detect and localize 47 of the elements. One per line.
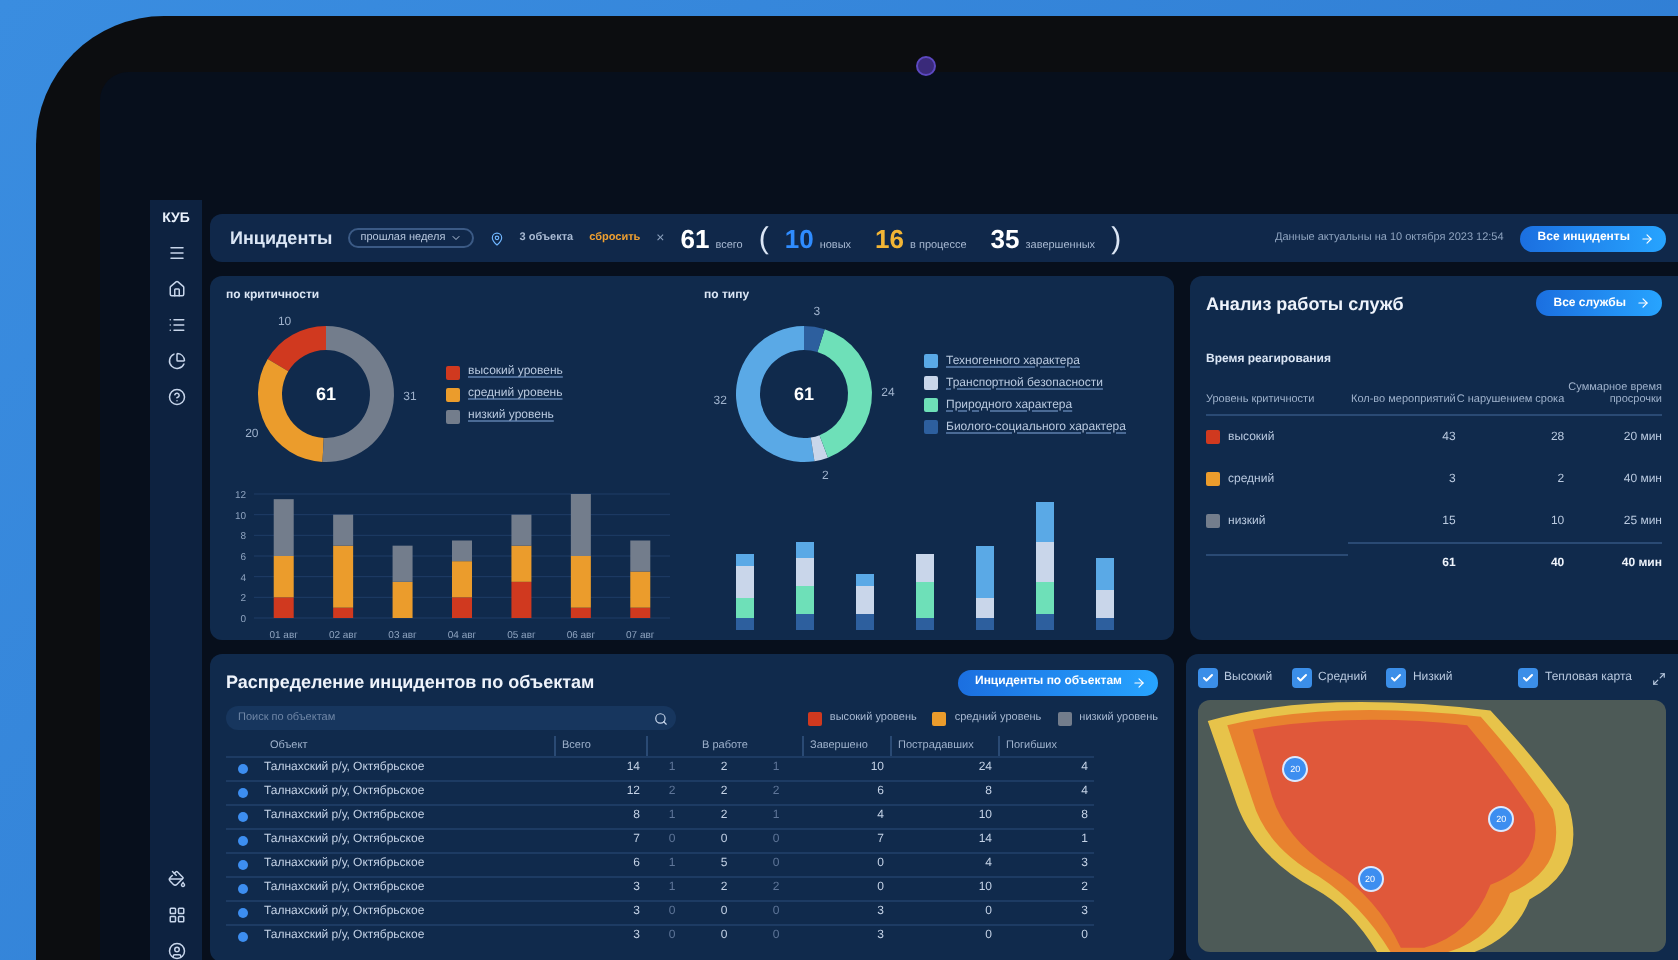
dot-icon <box>237 908 247 918</box>
dot-icon <box>237 884 247 894</box>
panel-title: Анализ работы служб <box>1206 293 1404 313</box>
home-icon[interactable] <box>167 280 185 298</box>
donut-total: 61 <box>794 384 814 404</box>
bar-segment <box>570 494 591 556</box>
status-count: 16 <box>875 223 905 253</box>
check-icon <box>1390 672 1403 684</box>
dot-icon <box>237 860 247 870</box>
user-icon[interactable] <box>167 942 185 960</box>
arrow-icon <box>1636 296 1650 310</box>
chevron-icon <box>449 232 462 244</box>
dot-icon <box>237 764 247 774</box>
status-count: 35 <box>990 223 1020 253</box>
page-title: Инциденты <box>230 228 333 248</box>
dot-icon <box>237 812 247 822</box>
help-icon[interactable] <box>167 388 185 406</box>
parenthesis: ( <box>758 221 769 255</box>
check-icon <box>1296 672 1309 684</box>
donut-total: 61 <box>316 384 336 404</box>
bar-segment <box>511 545 532 582</box>
expand-icon[interactable] <box>1652 671 1666 685</box>
total-count: 61 <box>680 223 710 253</box>
check-icon <box>1522 672 1535 684</box>
dot-icon <box>237 932 247 942</box>
arrow-icon <box>1640 231 1654 245</box>
camera-icon <box>916 56 936 76</box>
parenthesis: ) <box>1111 221 1122 255</box>
bar-segment <box>630 540 651 572</box>
bar-segment <box>392 545 413 582</box>
arrow-icon <box>1132 675 1146 689</box>
dot-icon <box>237 788 247 798</box>
panel-title: Распределение инцидентов по объектам <box>226 672 595 692</box>
pin-icon <box>489 231 504 245</box>
status-count: 10 <box>784 223 814 253</box>
paint-bucket-icon[interactable] <box>167 870 185 888</box>
bar-segment <box>273 499 294 556</box>
check-icon <box>1202 672 1214 684</box>
list-icon[interactable] <box>167 316 185 334</box>
grid-icon[interactable] <box>167 906 185 924</box>
bar-segment <box>392 581 413 618</box>
dot-icon <box>237 836 247 846</box>
menu-icon[interactable] <box>167 244 185 262</box>
bar-segment <box>511 514 532 546</box>
pie-chart-icon[interactable] <box>167 352 185 370</box>
bar-segment <box>511 581 532 618</box>
search-icon <box>654 711 668 725</box>
